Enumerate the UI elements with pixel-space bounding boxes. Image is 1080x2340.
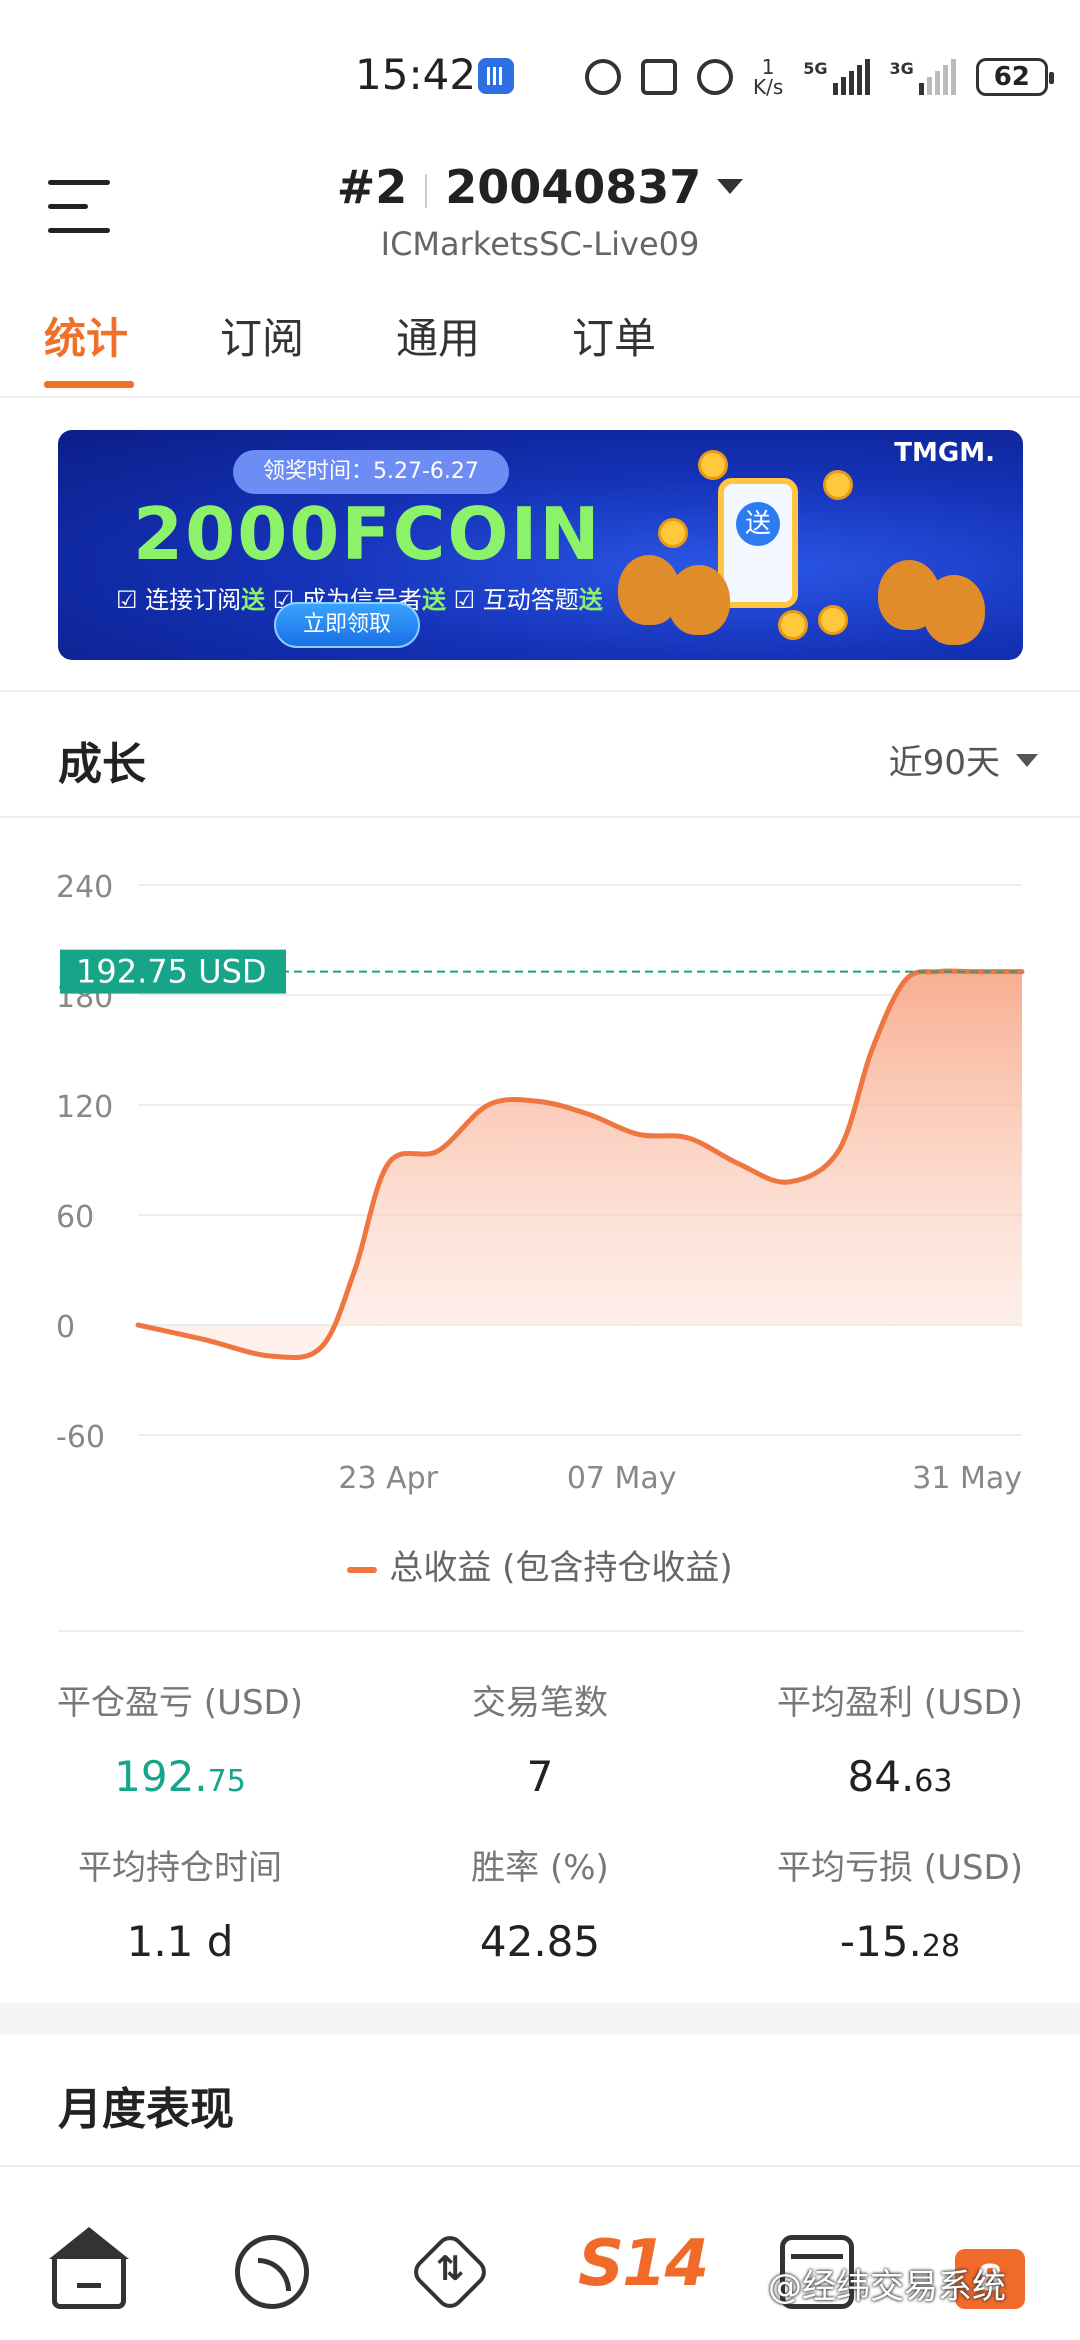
stat-label: 平均持仓时间 bbox=[78, 1848, 282, 1888]
coin-icon bbox=[818, 605, 848, 635]
home-icon[interactable] bbox=[49, 2227, 129, 2309]
network-speed-value: 1 bbox=[761, 55, 775, 79]
monthly-performance-title: 月度表现 bbox=[58, 2084, 234, 2135]
battery-level: 62 bbox=[993, 62, 1030, 92]
watermark: @经纬交易系统 bbox=[768, 2267, 1006, 2307]
network-speed: 1 K/s bbox=[753, 57, 783, 97]
range-label: 近90天 bbox=[888, 743, 1000, 783]
chevron-down-icon bbox=[1016, 754, 1038, 767]
nfc-icon bbox=[641, 59, 677, 95]
coin-icon bbox=[658, 518, 688, 548]
status-bar: 15:42 1 K/s 5G 3G 62 bbox=[0, 0, 1080, 150]
section-divider bbox=[58, 1630, 1023, 1632]
rank-s14-button[interactable]: S14 bbox=[578, 2227, 709, 2301]
stat-avg-loss: 平均亏损 (USD) -15.28 bbox=[720, 1840, 1080, 1966]
banner-gift-word: 送 bbox=[578, 586, 603, 614]
signal-3g-icon: 3G bbox=[890, 59, 956, 95]
tab-general[interactable]: 通用 bbox=[396, 305, 572, 388]
account-number: 20040837 bbox=[445, 160, 702, 214]
trade-arrows-icon: ⇅ bbox=[435, 2249, 465, 2289]
stat-closed-pnl: 平仓盈亏 (USD) 192.75 bbox=[0, 1675, 360, 1801]
account-selector[interactable]: #2 20040837 bbox=[0, 160, 1080, 214]
stat-avg-hold-time: 平均持仓时间 1.1 d bbox=[0, 1840, 360, 1966]
account-index: #2 bbox=[336, 160, 408, 214]
y-tick-label: -60 bbox=[56, 1420, 105, 1455]
phone-gift-illustration bbox=[718, 478, 798, 608]
stat-value: 42.85 bbox=[479, 1917, 601, 1966]
stat-trade-count: 交易笔数 7 bbox=[360, 1675, 720, 1801]
x-tick-label: 07 May bbox=[567, 1461, 677, 1496]
stat-label: 平均盈利 (USD) bbox=[777, 1683, 1023, 1723]
growth-chart[interactable]: 240 180 120 60 0 -60 23 Apr 07 May 31 May 192.75 … bbox=[0, 860, 1080, 1500]
stat-label: 平均亏损 (USD) bbox=[777, 1848, 1023, 1888]
series-area bbox=[138, 970, 1022, 1358]
current-value-label: 192.75 USD bbox=[76, 953, 267, 991]
tab-orders[interactable]: 订单 bbox=[572, 305, 748, 388]
money-bag-icon bbox=[668, 565, 730, 635]
battery-icon: 62 bbox=[975, 58, 1054, 96]
section-gap bbox=[0, 2003, 1080, 2035]
signal-feed-icon[interactable] bbox=[235, 2235, 309, 2309]
tab-bar: 统计 订阅 通用 订单 bbox=[44, 305, 748, 388]
y-tick-label: 0 bbox=[56, 1310, 75, 1345]
banner-perk-3: 互动答题 bbox=[482, 586, 579, 614]
stat-value: 1.1 d bbox=[126, 1917, 234, 1966]
stat-label: 平仓盈亏 (USD) bbox=[57, 1683, 303, 1723]
section-divider bbox=[0, 816, 1080, 818]
status-icons: 1 K/s 5G 3G 62 bbox=[585, 52, 1054, 102]
signal-3g-label: 3G bbox=[889, 59, 914, 78]
y-tick-label: 120 bbox=[56, 1090, 113, 1125]
coin-icon bbox=[823, 470, 853, 500]
tab-statistics[interactable]: 统计 bbox=[44, 305, 220, 388]
alarm-icon bbox=[697, 59, 733, 95]
stat-value: 7 bbox=[526, 1752, 554, 1801]
x-tick-label: 31 May bbox=[912, 1461, 1022, 1496]
stat-value: 84.63 bbox=[847, 1752, 953, 1801]
legend-label: 总收益 (包含持仓收益) bbox=[389, 1548, 733, 1588]
chevron-down-icon bbox=[717, 179, 744, 194]
check-icon: ☑ bbox=[453, 586, 483, 614]
stat-label: 胜率 (%) bbox=[471, 1848, 609, 1888]
network-speed-unit: K/s bbox=[753, 75, 784, 99]
y-tick-label: 240 bbox=[56, 870, 113, 905]
bottom-nav: ⇅ S14 8 @经纬交易系统 bbox=[0, 2165, 1080, 2340]
stat-win-rate: 胜率 (%) 42.85 bbox=[360, 1840, 720, 1966]
coin-icon bbox=[698, 450, 728, 480]
coin-icon bbox=[778, 610, 808, 640]
range-select[interactable]: 近90天 bbox=[889, 735, 1038, 784]
claim-button[interactable]: 立即领取 bbox=[274, 602, 420, 648]
legend-swatch bbox=[347, 1566, 378, 1573]
section-divider bbox=[0, 690, 1080, 692]
voice-recorder-icon bbox=[478, 58, 514, 94]
banner-gift-word: 送 bbox=[421, 586, 446, 614]
money-bag-icon bbox=[923, 575, 985, 645]
signal-5g-label: 5G bbox=[803, 59, 828, 78]
stat-value: -15.28 bbox=[839, 1917, 961, 1966]
x-tick-label: 23 Apr bbox=[338, 1461, 438, 1496]
server-name: ICMarketsSC-Live09 bbox=[380, 225, 700, 263]
promo-banner[interactable]: 领奖时间：5.27-6.27 2000FCOIN ☑ 连接订阅送 ☑ 成为信号者… bbox=[58, 430, 1023, 660]
banner-perk-1: 连接订阅 bbox=[145, 586, 242, 614]
growth-chart-svg: 240180120600-6023 Apr 07 May 31 May192.75 … bbox=[56, 870, 1025, 1496]
growth-title: 成长 bbox=[58, 739, 146, 790]
stat-value: 192.75 bbox=[114, 1752, 246, 1801]
chart-legend: 总收益 (包含持仓收益) bbox=[0, 1540, 1080, 1589]
banner-date: 领奖时间：5.27-6.27 bbox=[233, 450, 509, 494]
data-saver-icon bbox=[585, 59, 621, 95]
stat-avg-profit: 平均盈利 (USD) 84.63 bbox=[720, 1675, 1080, 1801]
banner-gift-word: 送 bbox=[241, 586, 266, 614]
stat-label: 交易笔数 bbox=[472, 1683, 608, 1723]
status-time: 15:42 bbox=[355, 50, 477, 99]
tmgm-logo: TMGM. bbox=[894, 438, 995, 468]
signal-5g-icon: 5G bbox=[803, 59, 870, 95]
banner-headline: 2000FCOIN bbox=[133, 492, 602, 576]
tab-subscription[interactable]: 订阅 bbox=[220, 305, 396, 388]
y-tick-label: 60 bbox=[56, 1200, 94, 1235]
check-icon: ☑ bbox=[116, 586, 146, 614]
tabs-divider bbox=[0, 396, 1080, 398]
